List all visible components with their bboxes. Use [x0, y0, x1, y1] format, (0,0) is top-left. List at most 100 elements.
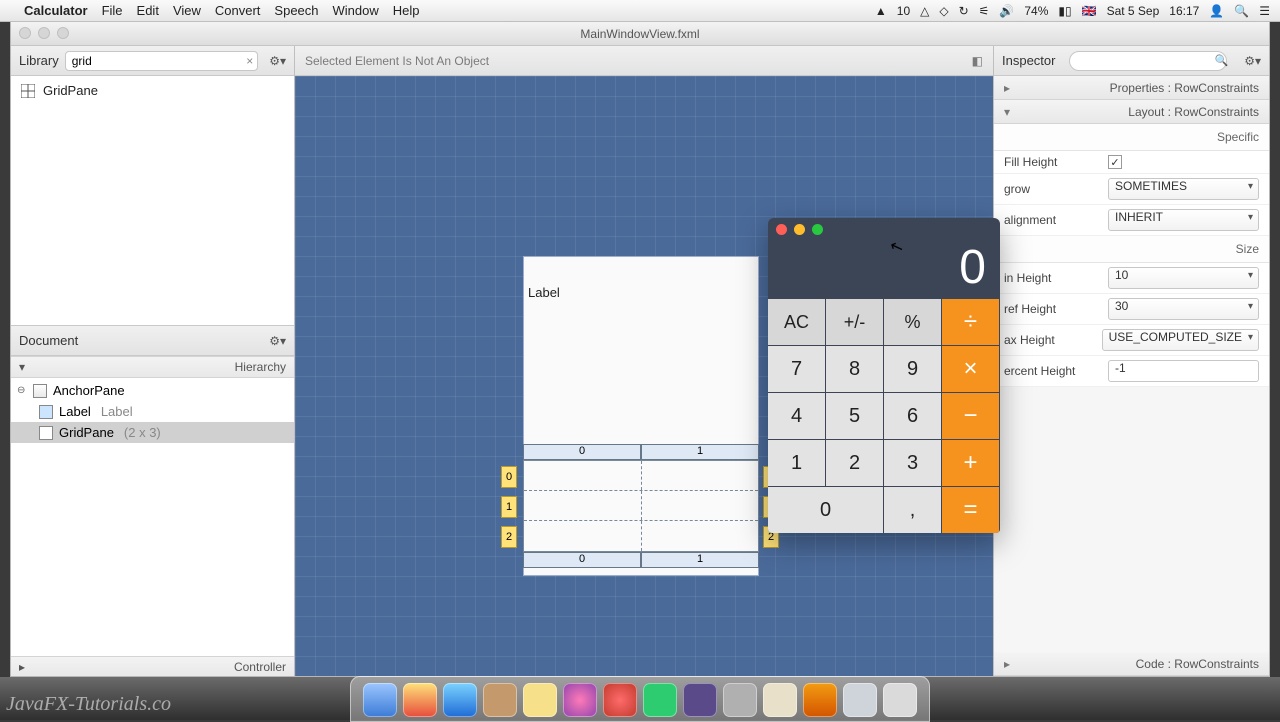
- window-traffic[interactable]: [19, 27, 69, 39]
- menu-convert[interactable]: Convert: [215, 3, 261, 18]
- section-code[interactable]: ▸ Code : RowConstraints: [994, 652, 1269, 676]
- calc-key-8[interactable]: 8: [826, 345, 884, 392]
- inspector-gear-icon[interactable]: ⚙▾: [1244, 54, 1261, 68]
- calc-key-ac[interactable]: AC: [768, 298, 826, 345]
- dock-notes-icon[interactable]: [523, 683, 557, 717]
- disclosure-icon[interactable]: ▾: [1004, 105, 1010, 119]
- volume-icon[interactable]: 🔊: [999, 4, 1014, 18]
- col-footer[interactable]: 0: [523, 552, 641, 568]
- dock-photos-icon[interactable]: [563, 683, 597, 717]
- menu-view[interactable]: View: [173, 3, 201, 18]
- col-header[interactable]: 1: [641, 444, 759, 460]
- minimize-icon[interactable]: [794, 224, 805, 235]
- calc-titlebar[interactable]: [768, 218, 1000, 240]
- dock-mail-icon[interactable]: [843, 683, 877, 717]
- calculator-window[interactable]: 0 AC+/-%÷789×456−123+0,=: [768, 218, 1000, 533]
- calc-key-0[interactable]: 0: [768, 486, 884, 533]
- menubar-app[interactable]: Calculator: [24, 3, 88, 18]
- dock-itunes-icon[interactable]: [603, 683, 637, 717]
- library-gear-icon[interactable]: ⚙▾: [269, 54, 286, 68]
- calc-key-6[interactable]: 6: [884, 392, 942, 439]
- clear-search-icon[interactable]: ×: [246, 54, 253, 68]
- tree-row-anchorpane[interactable]: ⊖ AnchorPane: [11, 380, 294, 401]
- css-analyzer-icon[interactable]: ◧: [972, 54, 983, 68]
- disclosure-icon[interactable]: ▸: [1004, 657, 1010, 671]
- calc-key-7[interactable]: 7: [768, 345, 826, 392]
- controller-subheader[interactable]: ▸ Controller: [11, 656, 294, 676]
- menu-speech[interactable]: Speech: [274, 3, 318, 18]
- dropbox-icon[interactable]: ◇: [939, 4, 948, 18]
- menu-edit[interactable]: Edit: [137, 3, 159, 18]
- col-footer[interactable]: 1: [641, 552, 759, 568]
- row-tag[interactable]: 0: [501, 466, 517, 488]
- menu-window[interactable]: Window: [333, 3, 379, 18]
- dock-quicktime-icon[interactable]: [723, 683, 757, 717]
- calc-key-[interactable]: +/-: [826, 298, 884, 345]
- wifi-icon[interactable]: ⚟: [979, 4, 990, 18]
- section-properties[interactable]: ▸ Properties : RowConstraints: [994, 76, 1269, 100]
- dock-chrome-icon[interactable]: [403, 683, 437, 717]
- disclose-icon[interactable]: ⊖: [17, 385, 27, 396]
- calc-key-4[interactable]: 4: [768, 392, 826, 439]
- zoom-icon[interactable]: [812, 224, 823, 235]
- dock-app-icon[interactable]: [803, 683, 837, 717]
- inspector-search-input[interactable]: [1069, 51, 1226, 71]
- calc-key-5[interactable]: 5: [826, 392, 884, 439]
- adobe-icon[interactable]: ▲: [875, 4, 887, 18]
- notifications-icon[interactable]: ☰: [1259, 4, 1270, 18]
- dock-safari-icon[interactable]: [443, 683, 477, 717]
- pref-height-field[interactable]: 30: [1108, 298, 1259, 320]
- calc-key-[interactable]: ÷: [942, 298, 1000, 345]
- valignment-combo[interactable]: INHERIT: [1108, 209, 1259, 231]
- battery-pct[interactable]: 74%: [1024, 4, 1048, 18]
- calc-key-[interactable]: +: [942, 439, 1000, 486]
- dock-eclipse-icon[interactable]: [683, 683, 717, 717]
- tree-row-label[interactable]: Label Label: [11, 401, 294, 422]
- library-search-input[interactable]: [65, 51, 258, 71]
- calc-key-[interactable]: %: [884, 298, 942, 345]
- flag-icon[interactable]: 🇬🇧: [1082, 4, 1097, 18]
- fill-height-checkbox[interactable]: ✓: [1108, 155, 1122, 169]
- percent-height-field[interactable]: -1: [1108, 360, 1259, 382]
- disclosure-icon[interactable]: ▾: [19, 360, 25, 374]
- spotlight-icon[interactable]: 🔍: [1234, 4, 1249, 18]
- calc-key-[interactable]: −: [942, 392, 1000, 439]
- vgrow-combo[interactable]: SOMETIMES: [1108, 178, 1259, 200]
- col-header[interactable]: 0: [523, 444, 641, 460]
- calc-key-3[interactable]: 3: [884, 439, 942, 486]
- row-tag[interactable]: 2: [501, 526, 517, 548]
- section-layout[interactable]: ▾ Layout : RowConstraints: [994, 100, 1269, 124]
- menu-help[interactable]: Help: [393, 3, 420, 18]
- search-icon[interactable]: 🔍: [1215, 54, 1229, 67]
- disclosure-icon[interactable]: ▸: [1004, 81, 1010, 95]
- calc-key-[interactable]: =: [942, 486, 1000, 533]
- menubar-date[interactable]: Sat 5 Sep: [1107, 4, 1160, 18]
- preview-gridpane[interactable]: [523, 460, 759, 552]
- disclosure-icon[interactable]: ▸: [19, 660, 25, 674]
- calc-key-1[interactable]: 1: [768, 439, 826, 486]
- preview-label[interactable]: Label: [528, 285, 560, 300]
- tree-row-gridpane[interactable]: GridPane (2 x 3): [11, 422, 294, 443]
- dock-trash-icon[interactable]: [883, 683, 917, 717]
- dock-finder-icon[interactable]: [363, 683, 397, 717]
- hierarchy-subheader[interactable]: ▾ Hierarchy: [11, 356, 294, 378]
- window-titlebar[interactable]: MainWindowView.fxml: [11, 22, 1269, 46]
- close-icon[interactable]: [776, 224, 787, 235]
- menu-file[interactable]: File: [102, 3, 123, 18]
- calc-key-[interactable]: ,: [884, 486, 942, 533]
- calc-key-[interactable]: ×: [942, 345, 1000, 392]
- document-gear-icon[interactable]: ⚙▾: [269, 334, 286, 348]
- library-item-gridpane[interactable]: GridPane: [11, 80, 294, 101]
- calc-key-9[interactable]: 9: [884, 345, 942, 392]
- dock-textedit-icon[interactable]: [763, 683, 797, 717]
- user-icon[interactable]: 👤: [1209, 4, 1224, 18]
- drive-icon[interactable]: △: [920, 4, 929, 18]
- dock-contacts-icon[interactable]: [483, 683, 517, 717]
- dock-evernote-icon[interactable]: [643, 683, 677, 717]
- menubar-time[interactable]: 16:17: [1169, 4, 1199, 18]
- max-height-field[interactable]: USE_COMPUTED_SIZE: [1102, 329, 1259, 351]
- row-tag[interactable]: 1: [501, 496, 517, 518]
- calc-key-2[interactable]: 2: [826, 439, 884, 486]
- timemachine-icon[interactable]: ↻: [959, 4, 969, 18]
- min-height-field[interactable]: 10: [1108, 267, 1259, 289]
